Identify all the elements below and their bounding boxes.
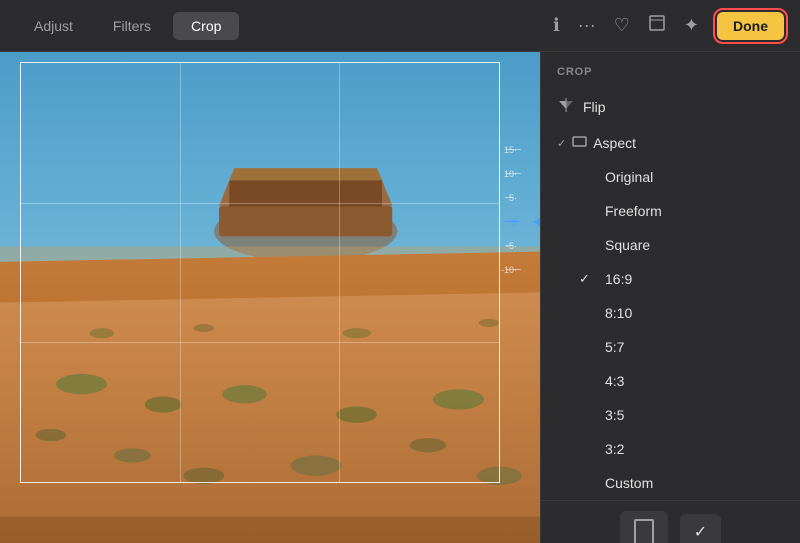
aspect-item-16-9[interactable]: ✓ 16:9 — [541, 262, 800, 296]
aspect-label-custom: Custom — [605, 475, 784, 491]
bottom-bar: ✓ — [541, 500, 800, 543]
tab-adjust[interactable]: Adjust — [16, 12, 91, 40]
aspect-label-8-10: 8:10 — [605, 305, 784, 321]
aspect-label-3-5: 3:5 — [605, 407, 784, 423]
aspect-item-original[interactable]: Original — [541, 160, 800, 194]
ruler-label-10: 10· — [504, 169, 517, 179]
aspect-item-freeform[interactable]: Freeform — [541, 194, 800, 228]
flip-row[interactable]: Flip — [541, 88, 800, 126]
flip-label: Flip — [583, 99, 784, 115]
ruler-label-neg5: -5· — [506, 241, 517, 251]
crop-grid-h2 — [21, 342, 499, 343]
tab-filters[interactable]: Filters — [95, 12, 169, 40]
ruler-mark-10: 10· — [505, 162, 535, 186]
done-button[interactable]: Done — [717, 12, 784, 40]
flip-icon — [557, 97, 575, 117]
aspect-label-5-7: 5:7 — [605, 339, 784, 355]
ruler-label-15: 15· — [504, 145, 517, 155]
crop-grid-v1 — [180, 63, 181, 482]
ruler-mark-neg5: -5· — [505, 234, 535, 258]
ruler-mark-5: 5· — [505, 186, 535, 210]
crop-grid-h1 — [21, 203, 499, 204]
more-icon[interactable]: ··· — [578, 15, 596, 36]
heart-icon[interactable]: ♡ — [614, 15, 630, 36]
ruler-arrow — [533, 217, 540, 227]
aspect-item-custom[interactable]: Custom — [541, 466, 800, 500]
info-icon[interactable]: ℹ — [553, 15, 560, 36]
image-area: 15· 10· 5· 0 -5· — [0, 52, 540, 543]
aspect-label-16-9: 16:9 — [605, 271, 784, 287]
ruler-label-0: 0 — [512, 217, 517, 227]
ruler-mark-neg10: -10· — [505, 258, 535, 282]
ruler-track: 15· 10· 5· 0 -5· — [505, 138, 535, 458]
main-area: 15· 10· 5· 0 -5· — [0, 52, 800, 543]
aspect-item-5-7[interactable]: 5:7 — [541, 330, 800, 364]
confirm-check-icon: ✓ — [694, 522, 707, 542]
tab-crop[interactable]: Crop — [173, 12, 239, 40]
magic-icon[interactable]: ✦ — [684, 15, 699, 36]
aspect-item-square[interactable]: Square — [541, 228, 800, 262]
aspect-item-4-3[interactable]: 4:3 — [541, 364, 800, 398]
check-16-9: ✓ — [579, 271, 595, 287]
aspect-icon — [572, 134, 587, 152]
aspect-item-8-10[interactable]: 8:10 — [541, 296, 800, 330]
confirm-button[interactable]: ✓ — [680, 514, 721, 543]
ruler-label-5: 5· — [509, 193, 517, 203]
ruler-mark-15: 15· — [505, 138, 535, 162]
crop-grid-v2 — [339, 63, 340, 482]
aspect-item-3-5[interactable]: 3:5 — [541, 398, 800, 432]
aspect-label: Aspect — [593, 135, 636, 151]
top-icons: ℹ ··· ♡ ✦ Done — [553, 12, 784, 40]
crop-box — [20, 62, 500, 483]
aspect-label-square: Square — [605, 237, 784, 253]
aspect-label-original: Original — [605, 169, 784, 185]
ruler-mark-0: 0 — [505, 210, 535, 234]
crop-icon[interactable] — [648, 14, 666, 37]
ruler-area: 15· 10· 5· 0 -5· — [500, 52, 540, 543]
aspect-label-3-2: 3:2 — [605, 441, 784, 457]
portrait-icon — [634, 519, 654, 543]
aspect-label-freeform: Freeform — [605, 203, 784, 219]
chevron-icon: ✓ — [557, 137, 566, 150]
ruler-label-neg10: -10· — [501, 265, 517, 275]
aspect-section-header[interactable]: ✓ Aspect — [541, 126, 800, 160]
tab-group: Adjust Filters Crop — [16, 12, 239, 40]
top-bar: Adjust Filters Crop ℹ ··· ♡ ✦ Done — [0, 0, 800, 52]
aspect-label-4-3: 4:3 — [605, 373, 784, 389]
side-panel: CROP Flip ✓ Aspect — [540, 52, 800, 543]
panel-title: CROP — [541, 52, 800, 88]
portrait-orient-button[interactable] — [620, 511, 668, 543]
aspect-item-3-2[interactable]: 3:2 — [541, 432, 800, 466]
